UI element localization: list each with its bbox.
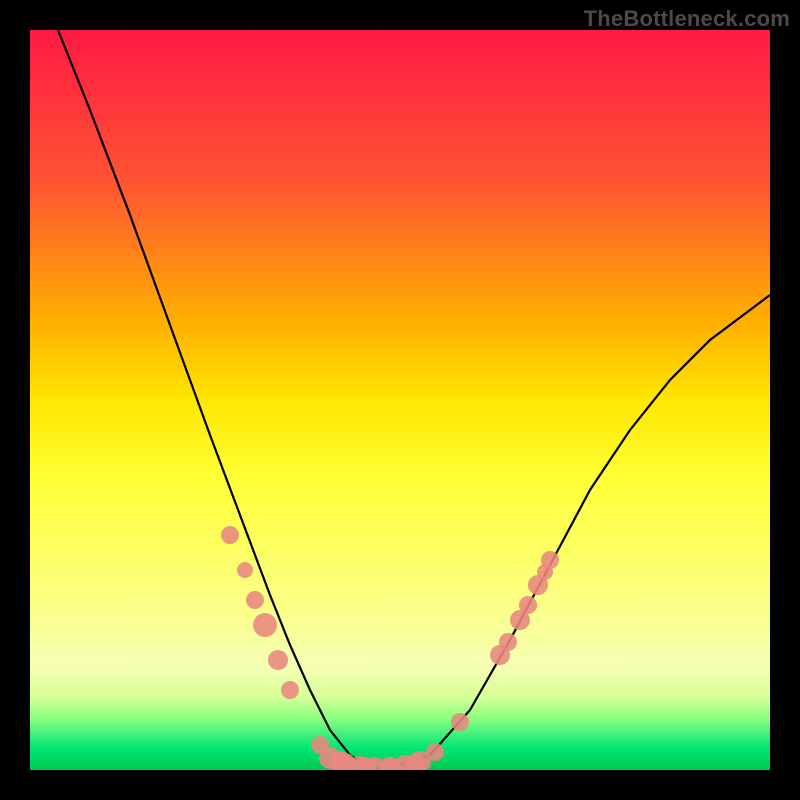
data-marker — [281, 681, 299, 699]
data-marker — [268, 650, 288, 670]
data-marker — [499, 633, 517, 651]
plot-area — [30, 30, 770, 770]
data-marker — [541, 551, 559, 569]
watermark-text: TheBottleneck.com — [584, 6, 790, 32]
data-marker — [311, 736, 329, 754]
data-marker — [246, 591, 264, 609]
data-marker — [221, 526, 239, 544]
data-marker — [253, 613, 277, 637]
chart-frame: TheBottleneck.com — [0, 0, 800, 800]
bottleneck-curve — [58, 30, 770, 768]
data-marker — [426, 743, 444, 761]
curve-svg — [30, 30, 770, 770]
data-marker — [519, 596, 537, 614]
data-markers — [221, 526, 559, 770]
data-marker — [451, 713, 469, 731]
data-marker — [237, 562, 253, 578]
